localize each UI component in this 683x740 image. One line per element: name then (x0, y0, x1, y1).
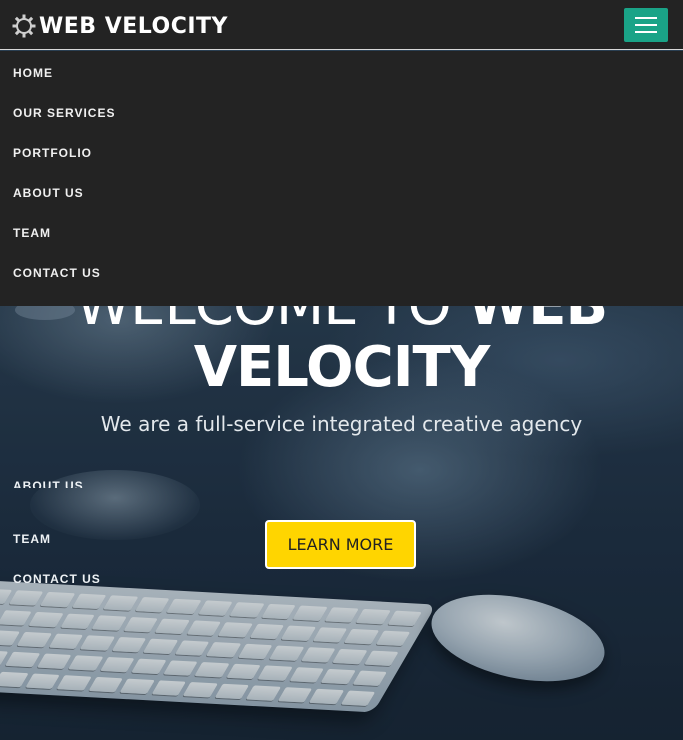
menu-toggle-button[interactable] (624, 8, 668, 42)
ghost-nav-item-contact[interactable]: CONTACT US (13, 564, 101, 604)
brand-name: WEB VELOCITY (39, 13, 228, 39)
hamburger-menu-icon (635, 17, 657, 19)
nav-item: HOME (0, 51, 683, 91)
nav-link-contact[interactable]: CONTACT US (13, 266, 101, 280)
hero-title-bold-2: VELOCITY (193, 335, 491, 400)
nav-item: OUR SERVICES (0, 91, 683, 131)
hamburger-menu-icon (635, 24, 657, 26)
ghost-nav-item-team[interactable]: TEAM (13, 524, 101, 564)
hamburger-menu-icon (635, 31, 657, 33)
top-navbar: WEB VELOCITY (0, 0, 683, 50)
nav-list: HOME OUR SERVICES PORTFOLIO ABOUT US TEA… (0, 51, 683, 291)
nav-link-portfolio[interactable]: PORTFOLIO (13, 146, 92, 160)
nav-item: CONTACT US (0, 251, 683, 291)
nav-link-services[interactable]: OUR SERVICES (13, 106, 115, 120)
nav-item: PORTFOLIO (0, 131, 683, 171)
nav-link-home[interactable]: HOME (13, 66, 53, 80)
hero-subtitle: We are a full-service integrated creativ… (100, 412, 583, 436)
nav-item: ABOUT US (0, 171, 683, 211)
brand-logo[interactable]: WEB VELOCITY (12, 12, 228, 40)
gear-icon (12, 14, 36, 38)
learn-more-button[interactable]: LEARN MORE (265, 520, 416, 569)
ghost-nav-item-about[interactable]: ABOUT US (13, 472, 101, 488)
nav-item: TEAM (0, 211, 683, 251)
nav-link-team[interactable]: TEAM (13, 226, 51, 240)
nav-link-about[interactable]: ABOUT US (13, 186, 84, 200)
ghost-nav: ABOUT US TEAM CONTACT US (13, 472, 101, 604)
nav-dropdown-menu: HOME OUR SERVICES PORTFOLIO ABOUT US TEA… (0, 51, 683, 306)
